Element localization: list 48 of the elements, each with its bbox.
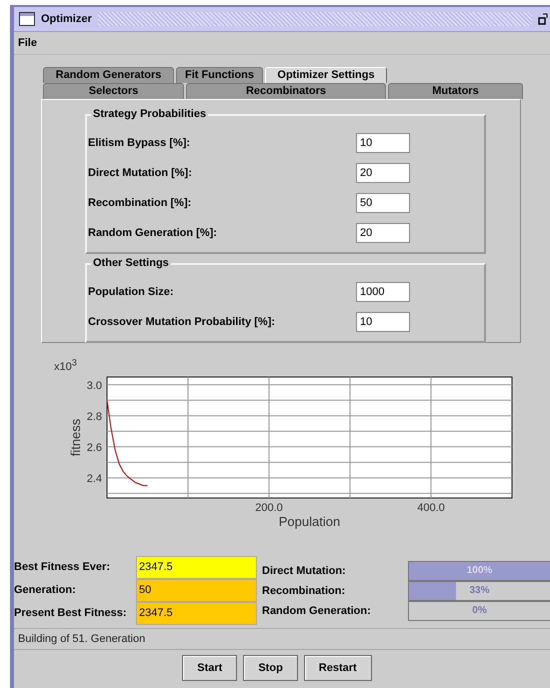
input-field[interactable]: 50 (356, 193, 410, 213)
field-label: Random Generation [%]: (88, 227, 217, 239)
y-tick-label: 2.4 (86, 472, 102, 485)
tab[interactable]: Fit Functions (176, 67, 263, 83)
input-field[interactable]: 20 (356, 163, 410, 183)
stat-value: 2347.5 (136, 556, 257, 579)
group-title: Strategy Probabilities (91, 108, 208, 120)
stat-value: 2347.5 (136, 602, 257, 625)
stat-value: 50 (136, 579, 257, 602)
window-title: Optimizer (41, 13, 92, 25)
progress-reading: 100% (466, 564, 494, 578)
tab[interactable]: Recombinators (186, 83, 386, 99)
progress-label: Direct Mutation: (262, 565, 347, 577)
y-tick-label: 2.8 (86, 410, 102, 423)
restore-icon[interactable] (538, 13, 548, 25)
field-label: Crossover Mutation Probability [%]: (88, 316, 276, 328)
action-button[interactable]: Restart (304, 655, 372, 681)
stat-label: Present Best Fitness: (14, 606, 128, 621)
x-axis-title: Population (278, 514, 340, 529)
group-title: Other Settings (91, 257, 171, 269)
stat-label: Generation: (14, 583, 77, 598)
input-field[interactable]: 20 (356, 223, 410, 243)
input-field[interactable]: 10 (356, 133, 410, 153)
tab[interactable]: Mutators (388, 83, 523, 99)
progress-label: Random Generation: (262, 605, 372, 617)
progress-label: Recombination: (262, 585, 346, 597)
x-tick-label: 400.0 (417, 502, 445, 514)
y-tick-label: 3.0 (86, 380, 102, 392)
menu-item[interactable]: File (18, 37, 37, 49)
field-label: Direct Mutation [%]: (88, 167, 192, 179)
field-label: Recombination [%]: (88, 197, 192, 209)
input-field[interactable]: 10 (356, 312, 410, 332)
action-button[interactable]: Stop (243, 655, 298, 681)
y-axis-title: fitness (68, 418, 83, 456)
status-text: Building of 51. Generation (18, 633, 146, 645)
tab[interactable]: Optimizer Settings (265, 67, 387, 83)
x-tick-label: 200.0 (255, 502, 283, 514)
progress-reading: 33% (468, 584, 490, 598)
tab[interactable]: Random Generators (43, 67, 174, 83)
action-button[interactable]: Start (182, 655, 238, 681)
y-tick-label: 2.6 (86, 442, 102, 454)
stat-label: Best Fitness Ever: (14, 560, 111, 575)
axis-scale-label: x10$^{3}$ (54, 361, 77, 373)
field-label: Population Size: (88, 286, 174, 298)
window-icon (19, 12, 35, 26)
input-field[interactable]: 1000 (356, 282, 410, 302)
tab[interactable]: Selectors (43, 83, 184, 99)
field-label: Elitism Bypass [%]: (88, 137, 190, 149)
